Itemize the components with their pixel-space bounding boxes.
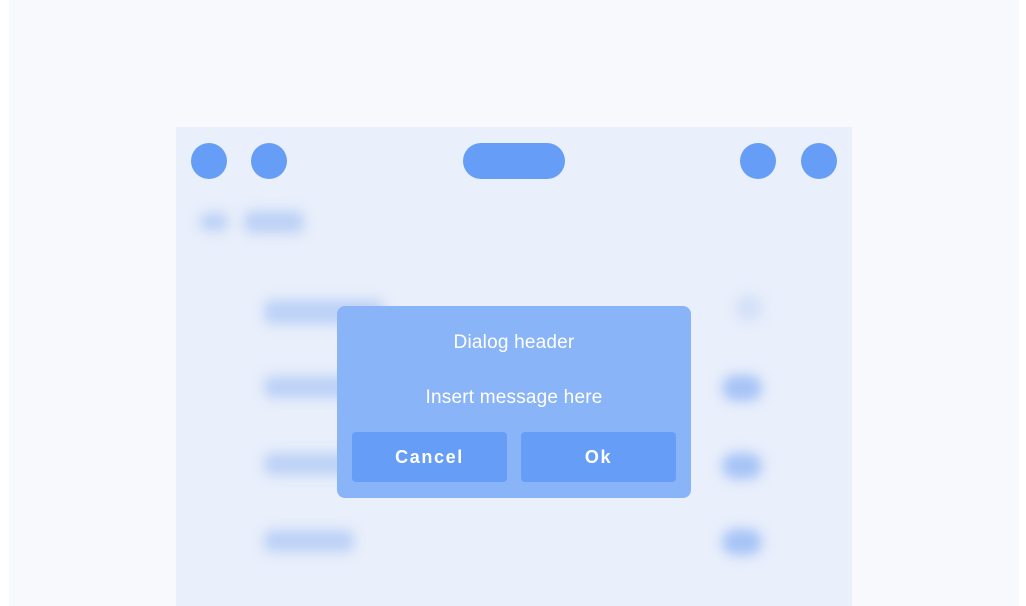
cancel-button[interactable]: Cancel — [352, 432, 507, 482]
blurred-back-icon — [200, 213, 228, 231]
ok-button[interactable]: Ok — [521, 432, 676, 482]
blurred-row-4-label — [264, 530, 354, 552]
page-background: Dialog header Insert message here Cancel… — [9, 0, 1019, 606]
dialog-message: Insert message here — [425, 387, 603, 408]
device-screen: Dialog header Insert message here Cancel… — [176, 127, 852, 606]
blurred-title — [244, 211, 304, 233]
blurred-row-2-toggle — [722, 375, 762, 401]
blurred-row-4-toggle — [722, 529, 762, 555]
blurred-row-1-icon — [736, 295, 762, 321]
blurred-row-3-toggle — [722, 453, 762, 479]
dialog-header: Dialog header — [453, 332, 575, 353]
dialog: Dialog header Insert message here Cancel… — [337, 306, 691, 498]
